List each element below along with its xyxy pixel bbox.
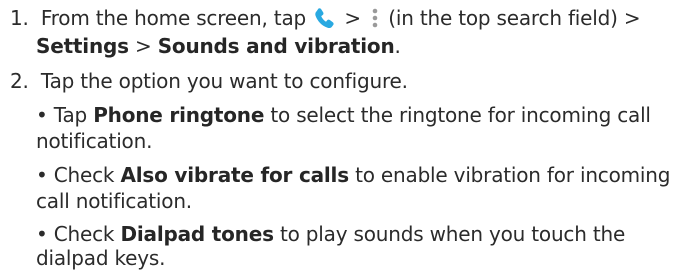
phone-ringtone-label: Phone ringtone [93,103,265,127]
step-1-text: From the home screen, tap [40,6,306,30]
bullet-2-line-2: call notification. [36,189,192,213]
step-2-text: Tap the option you want to configure. [40,69,408,93]
bullet-3-text: to play sounds when you touch the [279,222,626,246]
bullet-3-text-cont: dialpad keys. [36,246,166,270]
step-2-line: 2. Tap the option you want to configure. [10,69,408,93]
step-1-line-1: 1. From the home screen, tap > (in the t… [10,6,641,30]
bullet-2-lead: Check [53,163,115,187]
bullet-1-text: to select the ringtone for incoming call [270,103,651,127]
step-1-separator: > [344,6,361,30]
bullet-1-lead: Tap [53,103,88,127]
phone-icon [314,7,336,29]
bullet-1-line-1: • Tap Phone ringtone to select the ringt… [36,103,651,127]
bullet-2-text: to enable vibration for incoming [355,163,671,187]
step-1-number: 1. [10,6,29,30]
bullet-1-line-2: notification. [36,129,152,153]
also-vibrate-label: Also vibrate for calls [120,163,349,187]
bullet-3-line-1: • Check Dialpad tones to play sounds whe… [36,222,625,246]
step-1-line-2: Settings > Sounds and vibration. [36,34,401,58]
bullet-2-line-1: • Check Also vibrate for calls to enable… [36,163,670,187]
vertical-dots-icon [371,7,379,29]
bullet-2-text-cont: call notification. [36,189,192,213]
step-1-separator-2: > [134,34,152,58]
sounds-vibration-label: Sounds and vibration [157,34,395,58]
bullet-2-marker: • [36,163,48,187]
bullet-3-line-2: dialpad keys. [36,246,165,270]
step-2-number: 2. [10,69,29,93]
settings-label: Settings [36,34,129,58]
step-1-period: . [394,34,401,58]
bullet-1-marker: • [36,103,48,127]
step-1-text-cont: (in the top search field) > [388,6,641,30]
bullet-1-text-cont: notification. [36,129,153,153]
dialpad-tones-label: Dialpad tones [120,222,274,246]
bullet-3-marker: • [36,222,48,246]
bullet-3-lead: Check [53,222,115,246]
